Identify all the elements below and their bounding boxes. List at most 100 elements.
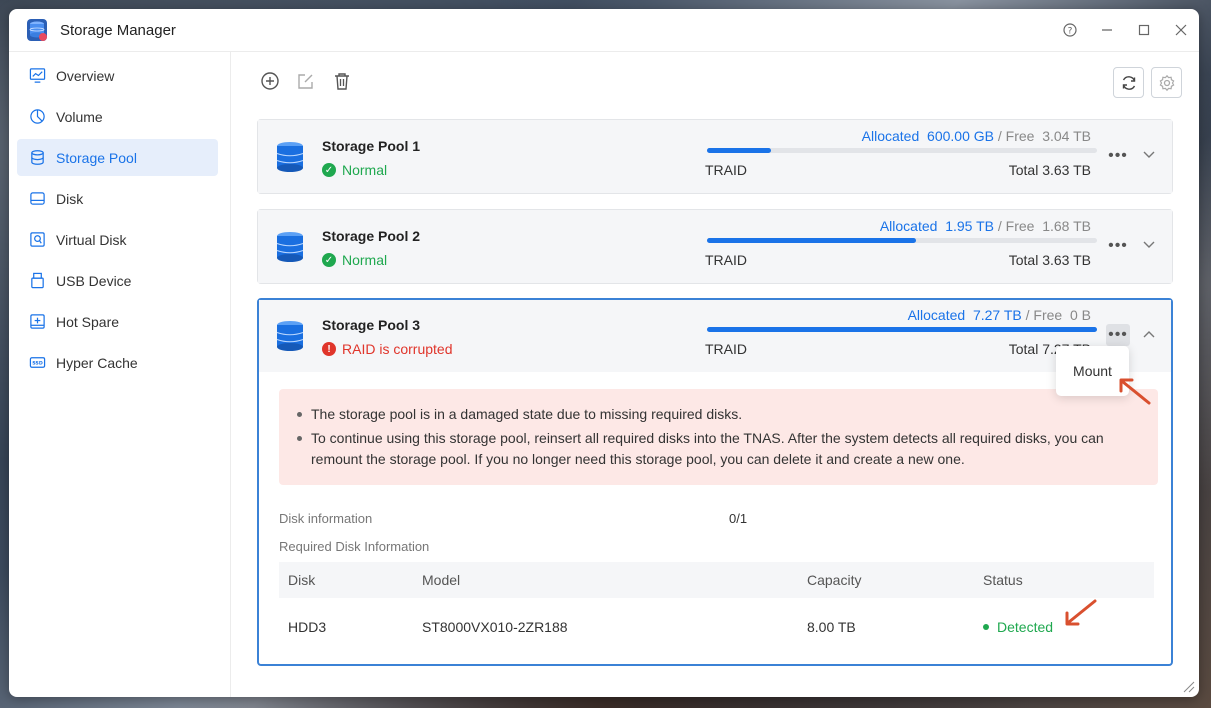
title-bar: Storage Manager ? [9, 9, 1199, 52]
sidebar-item-hot-spare[interactable]: Hot Spare [17, 303, 218, 340]
pool-status-label: Normal [342, 162, 388, 178]
disk-information-value: 0/1 [729, 511, 748, 526]
storage-manager-app-icon [27, 19, 47, 41]
sidebar-item-label: Virtual Disk [56, 231, 127, 248]
database-icon [276, 321, 304, 351]
table-row: HDD3 ST8000VX010-2ZR188 8.00 TB Detected [279, 598, 1154, 656]
status-label: Detected [997, 619, 1054, 635]
model-cell: ST8000VX010-2ZR188 [422, 619, 568, 635]
resize-grip-icon[interactable] [1181, 679, 1195, 693]
chevron-down-icon [1143, 241, 1155, 248]
sidebar-item-disk[interactable]: Disk [17, 180, 218, 217]
minimize-button[interactable] [1088, 9, 1125, 52]
svg-text:SSD: SSD [32, 361, 43, 367]
allocated-value: 1.95 TB [945, 218, 994, 234]
free-label: / Free [1025, 307, 1063, 323]
pool-total: Total 3.63 TB [1008, 252, 1091, 268]
help-button[interactable]: ? [1051, 9, 1088, 52]
disk-cell: HDD3 [288, 619, 327, 635]
sidebar-item-label: Hot Spare [56, 313, 120, 330]
error-alert: The storage pool is in a damaged state d… [279, 389, 1158, 485]
free-label: / Free [997, 128, 1035, 144]
annotation-arrow-icon [1065, 599, 1097, 626]
refresh-icon [1122, 75, 1135, 90]
status-cell: Detected [974, 619, 1053, 635]
storage-pool-card[interactable]: Storage Pool 1 ✓ Normal Allocated 600.00 … [257, 119, 1173, 194]
collapse-button[interactable] [1140, 325, 1158, 343]
usage-bar-fill [707, 238, 917, 243]
capacity-cell: 8.00 TB [807, 619, 856, 635]
database-icon [31, 150, 44, 165]
pool-name: Storage Pool 1 [322, 138, 421, 154]
free-value: 1.68 TB [1042, 218, 1091, 234]
annotation-arrow-icon [1119, 378, 1151, 405]
free-label: / Free [997, 218, 1035, 234]
maximize-icon [1138, 24, 1149, 36]
trash-icon [335, 73, 349, 90]
sidebar-item-usb-device[interactable]: USB Device [17, 262, 218, 299]
chevron-up-icon [1143, 331, 1155, 338]
refresh-button[interactable] [1113, 67, 1144, 98]
database-icon [276, 142, 304, 172]
pool-name: Storage Pool 3 [322, 317, 421, 333]
disk-information-label: Disk information [279, 511, 373, 526]
settings-button[interactable] [1151, 67, 1182, 98]
edit-pool-button[interactable] [295, 70, 317, 92]
monitor-chart-icon [29, 68, 46, 83]
more-options-button[interactable]: ••• [1106, 235, 1130, 257]
allocated-label: Allocated [861, 128, 920, 144]
chevron-down-icon [1143, 151, 1155, 158]
usb-icon [31, 272, 44, 289]
allocated-label: Allocated [907, 307, 966, 323]
allocated-value: 7.27 TB [972, 307, 1022, 323]
usage-bar [707, 148, 1097, 153]
pool-allocation: Allocated 1.95 TB / Free 1.68 TB [880, 218, 1091, 234]
pool-status: ✓ Normal [322, 252, 387, 268]
maximize-button[interactable] [1125, 9, 1162, 52]
alert-line: The storage pool is in a damaged state d… [297, 404, 1142, 425]
sidebar-item-hyper-cache[interactable]: SSD Hyper Cache [17, 344, 218, 381]
sidebar-item-virtual-disk[interactable]: Virtual Disk [17, 221, 218, 258]
sidebar-item-overview[interactable]: Overview [17, 57, 218, 94]
delete-pool-button[interactable] [331, 70, 353, 92]
close-button[interactable] [1162, 9, 1199, 52]
raid-type: TRAID [705, 252, 747, 268]
sidebar-item-storage-pool[interactable]: Storage Pool [17, 139, 218, 176]
sidebar-item-label: Volume [56, 108, 103, 125]
check-circle-icon: ✓ [322, 163, 336, 177]
virtual-disk-icon [30, 232, 45, 247]
expand-button[interactable] [1140, 236, 1158, 254]
svg-text:?: ? [1067, 27, 1072, 37]
storage-pool-card[interactable]: Storage Pool 2 ✓ Normal Allocated 1.95 TB… [257, 209, 1173, 284]
sidebar: Overview Volume Storage Pool Disk Virtua… [9, 52, 231, 697]
sidebar-item-volume[interactable]: Volume [17, 98, 218, 135]
create-pool-button[interactable] [259, 70, 281, 92]
sidebar-item-label: Overview [56, 67, 115, 84]
storage-pool-card-expanded[interactable]: Storage Pool 3 ! RAID is corrupted Alloca… [257, 298, 1173, 666]
hot-spare-icon [30, 314, 45, 329]
pool-allocation: Allocated 7.27 TB / Free 0 B [908, 307, 1091, 323]
expand-button[interactable] [1140, 146, 1158, 164]
sidebar-item-label: Hyper Cache [56, 354, 138, 371]
pool-name: Storage Pool 2 [322, 228, 421, 244]
pool-status-label: Normal [342, 252, 388, 268]
check-circle-icon: ✓ [322, 253, 336, 267]
database-icon [276, 232, 304, 262]
mount-menu-item[interactable]: Mount [1073, 363, 1112, 379]
raid-type: TRAID [705, 341, 747, 357]
free-value: 0 B [1069, 307, 1091, 323]
main-content: Storage Pool 1 ✓ Normal Allocated 600.00 … [231, 52, 1199, 697]
storage-manager-window: Storage Manager ? Overview Volume Storag… [9, 9, 1199, 697]
edit-icon [298, 74, 313, 89]
usage-bar-fill [707, 148, 772, 153]
usage-bar [707, 238, 1097, 243]
more-options-button[interactable]: ••• [1106, 324, 1130, 346]
more-options-button[interactable]: ••• [1106, 145, 1130, 167]
raid-type: TRAID [705, 162, 747, 178]
column-header: Disk [288, 572, 316, 588]
sidebar-item-label: Disk [56, 190, 84, 207]
app-title: Storage Manager [60, 21, 176, 39]
allocated-label: Allocated [879, 218, 938, 234]
plus-circle-icon [261, 72, 279, 90]
column-header: Status [983, 572, 1023, 588]
